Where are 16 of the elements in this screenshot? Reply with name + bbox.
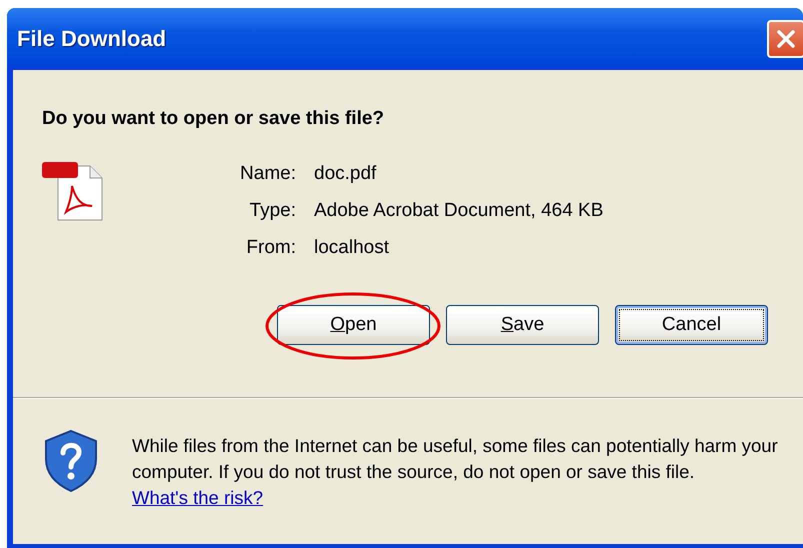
window-title: File Download (17, 26, 166, 52)
close-icon (775, 28, 797, 50)
field-value: localhost (314, 236, 390, 259)
risk-link[interactable]: What's the risk? (132, 487, 264, 508)
shield-question-icon (44, 429, 98, 493)
dialog-button[interactable]: Open (277, 305, 430, 345)
field-label: Type: (248, 199, 296, 222)
dialog-button[interactable]: Cancel (615, 305, 768, 345)
question-text: Do you want to open or save this file? (41, 107, 386, 131)
field-label: From: (245, 236, 296, 259)
dialog-button[interactable]: Save (446, 305, 599, 345)
field-value: Adobe Acrobat Document, 464 KB (314, 199, 604, 222)
warning-text: While files from the Internet can be useful, some files can potentially harm your computer. If you do not trust the source, do not open or save this file. What's the risk? (132, 434, 779, 510)
field-label: Name: (239, 162, 296, 185)
field-value: doc.pdf (314, 162, 378, 185)
close-button[interactable] (767, 20, 803, 58)
